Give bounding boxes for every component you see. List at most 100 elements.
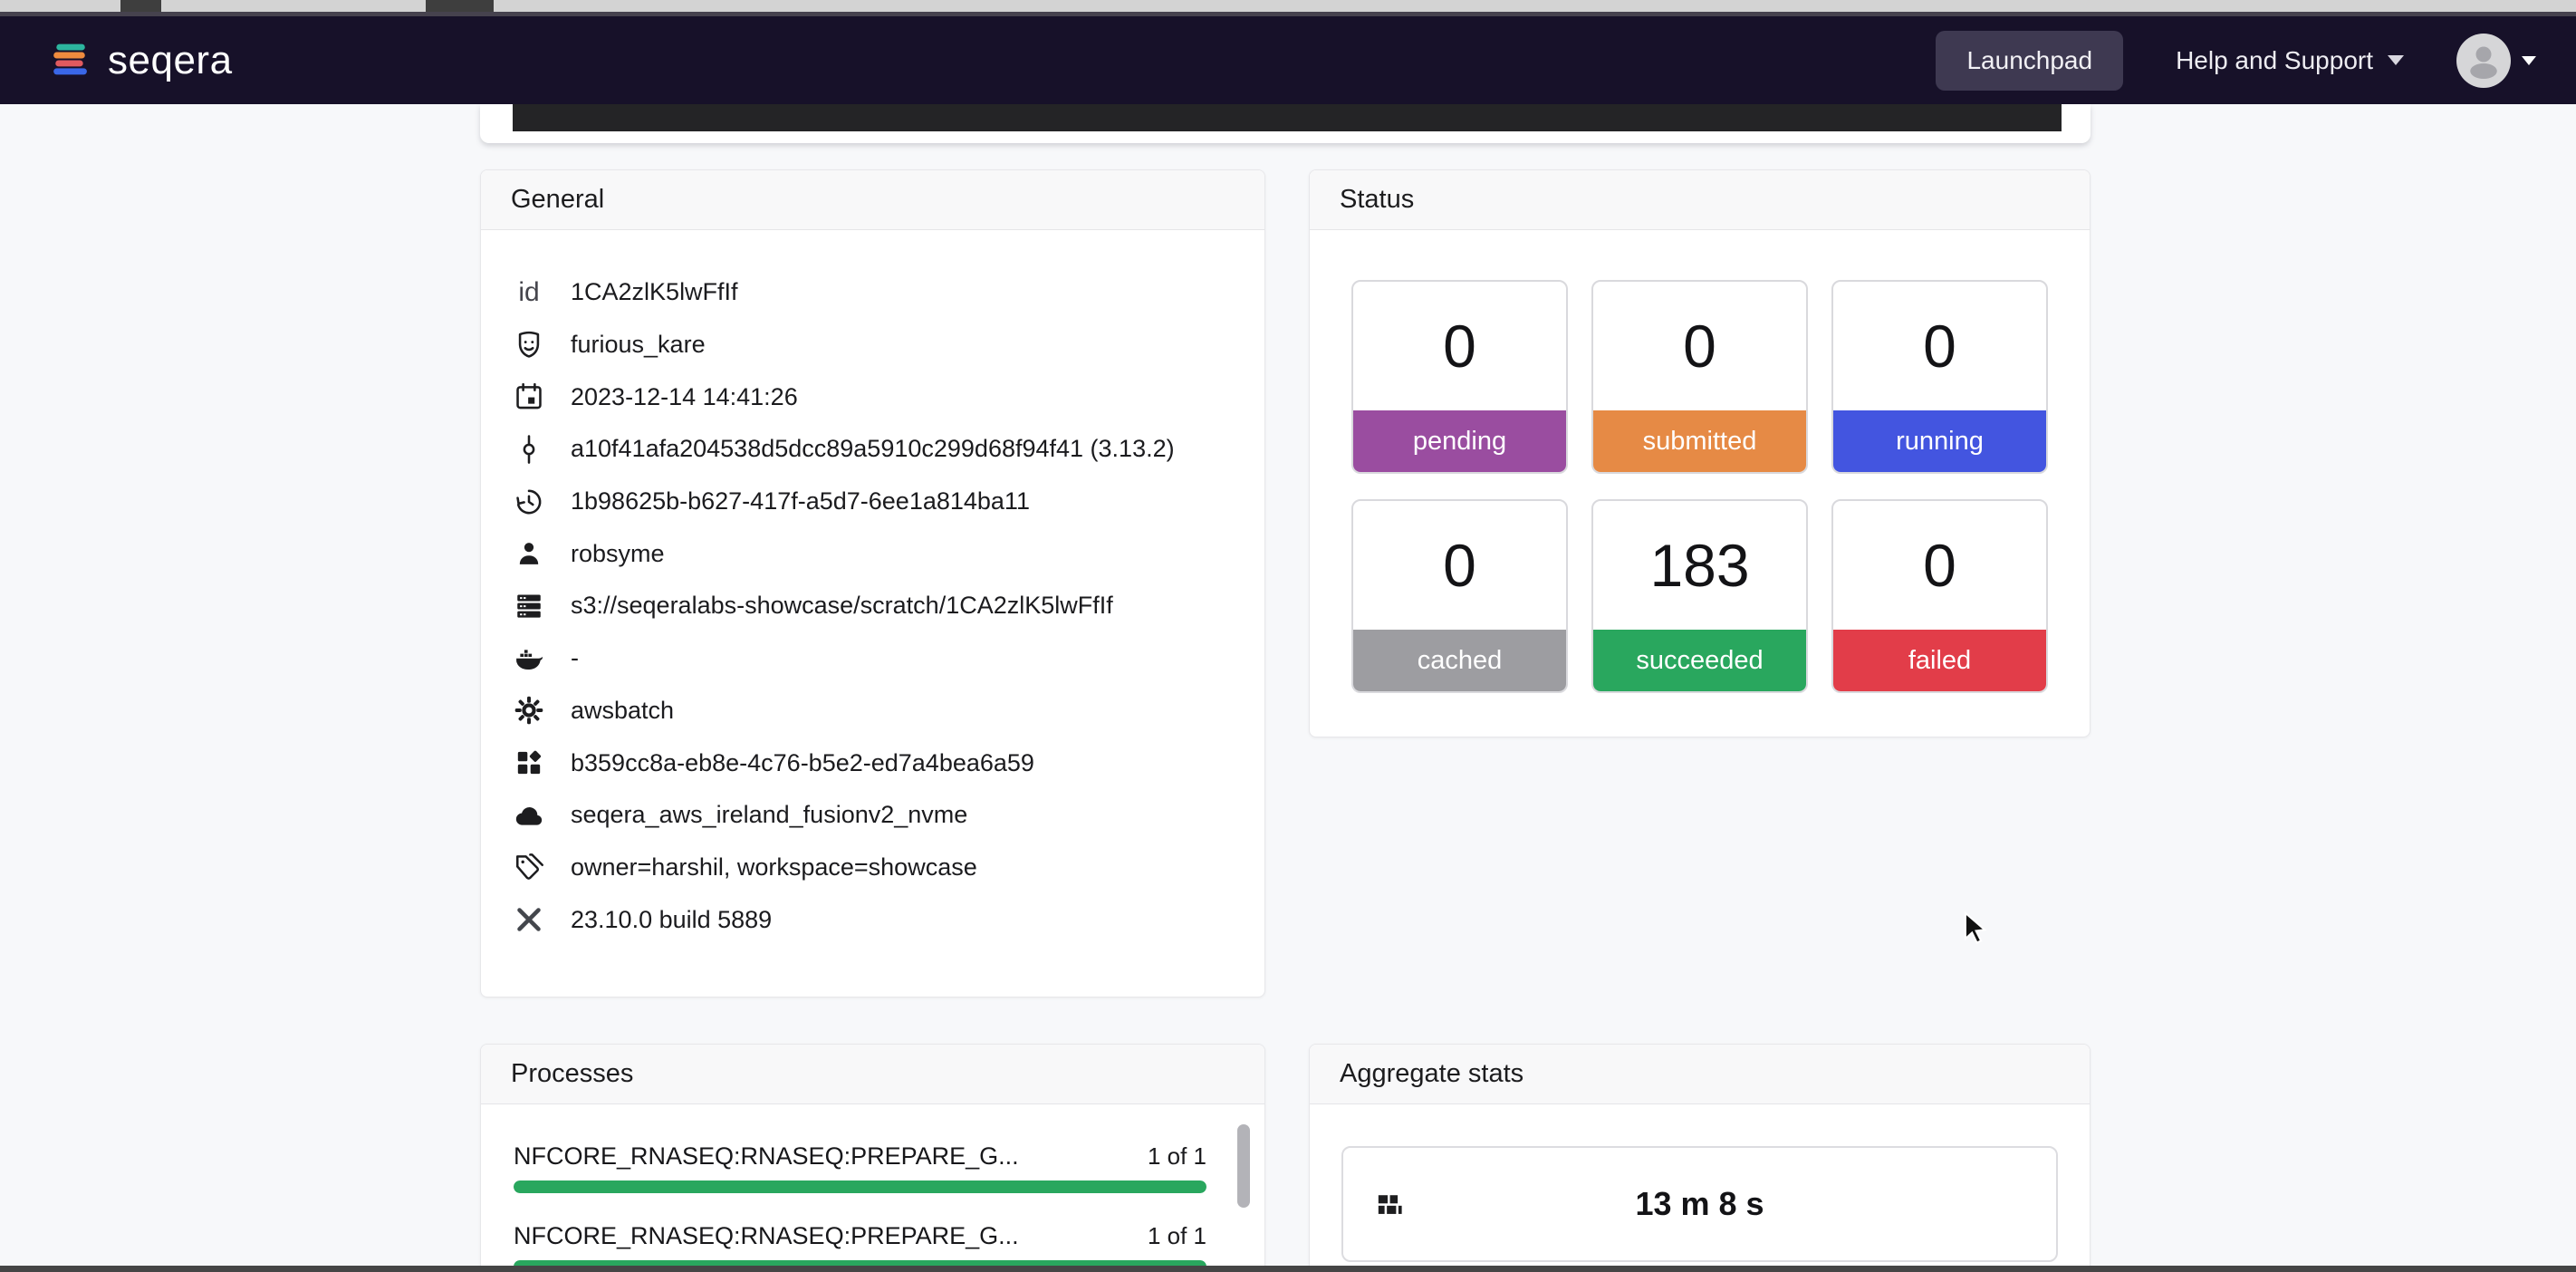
help-and-support-menu[interactable]: Help and Support bbox=[2176, 46, 2404, 75]
general-row: furious_kare bbox=[511, 319, 1264, 371]
general-value: s3://seqeralabs-showcase/scratch/1CA2zlK… bbox=[571, 592, 1113, 620]
process-name: NFCORE_RNASEQ:RNASEQ:PREPARE_G... bbox=[514, 1142, 1019, 1171]
brand-text: seqera bbox=[108, 38, 233, 83]
docker-icon bbox=[511, 643, 547, 674]
process-item[interactable]: NFCORE_RNASEQ:RNASEQ:PREPARE_G... 1 of 1 bbox=[514, 1217, 1206, 1272]
commit-icon bbox=[511, 434, 547, 465]
aggregate-stats-body: 13 m 8 s bbox=[1310, 1104, 2090, 1272]
status-label: submitted bbox=[1593, 410, 1806, 472]
general-rows: id 1CA2zlK5lwFfIf furious_kare 2023-12-14 1… bbox=[481, 230, 1264, 946]
general-row: owner=harshil, workspace=showcase bbox=[511, 842, 1264, 894]
general-row: a10f41afa204538d5dcc89a5910c299d68f94f41… bbox=[511, 423, 1264, 476]
general-value: furious_kare bbox=[571, 331, 706, 359]
general-value: - bbox=[571, 644, 579, 672]
general-row: id 1CA2zlK5lwFfIf bbox=[511, 266, 1264, 319]
status-count: 183 bbox=[1593, 501, 1806, 630]
general-value: seqera_aws_ireland_fusionv2_nvme bbox=[571, 801, 967, 829]
general-value: 1CA2zlK5lwFfIf bbox=[571, 278, 738, 306]
status-label: running bbox=[1833, 410, 2046, 472]
mouse-cursor bbox=[1958, 911, 1993, 949]
walltime-stat: 13 m 8 s bbox=[1341, 1146, 2058, 1262]
general-row: b359cc8a-eb8e-4c76-b5e2-ed7a4bea6a59 bbox=[511, 737, 1264, 789]
seqera-logo-icon bbox=[50, 42, 90, 80]
masks-icon bbox=[511, 330, 547, 361]
user-icon bbox=[511, 538, 547, 569]
walltime-value: 13 m 8 s bbox=[1635, 1185, 1764, 1223]
scrollbar-thumb[interactable] bbox=[1237, 1124, 1250, 1208]
general-card-header: General bbox=[481, 170, 1264, 230]
process-task-count: 1 of 1 bbox=[1148, 1222, 1206, 1250]
browser-tab-edge bbox=[426, 0, 494, 12]
process-progress-fill bbox=[514, 1180, 1206, 1193]
processes-title: Processes bbox=[511, 1059, 633, 1089]
status-card-header: Status bbox=[1310, 170, 2090, 230]
aggregate-stats-card: Aggregate stats 13 m 8 s bbox=[1309, 1044, 2091, 1272]
status-tile-submitted[interactable]: 0submitted bbox=[1591, 280, 1808, 474]
status-tile-cached[interactable]: 0cached bbox=[1351, 499, 1568, 693]
help-and-support-label: Help and Support bbox=[2176, 46, 2373, 75]
general-row: seqera_aws_ireland_fusionv2_nvme bbox=[511, 789, 1264, 842]
status-tile-succeeded[interactable]: 183succeeded bbox=[1591, 499, 1808, 693]
general-row: 2023-12-14 14:41:26 bbox=[511, 371, 1264, 423]
status-label: cached bbox=[1353, 630, 1566, 691]
history-icon bbox=[511, 487, 547, 517]
general-value: 1b98625b-b627-417f-a5d7-6ee1a814ba11 bbox=[571, 487, 1030, 516]
status-count: 0 bbox=[1833, 282, 2046, 410]
calendar-icon bbox=[511, 381, 547, 412]
process-task-count: 1 of 1 bbox=[1148, 1142, 1206, 1171]
top-navbar: seqera Launchpad Help and Support bbox=[0, 16, 2576, 104]
screen-bottom-edge bbox=[0, 1266, 2576, 1272]
processes-card: Processes NFCORE_RNASEQ:RNASEQ:PREPARE_G… bbox=[480, 1044, 1265, 1272]
status-count: 0 bbox=[1593, 282, 1806, 410]
browser-chrome-strip bbox=[0, 0, 2576, 16]
process-name: NFCORE_RNASEQ:RNASEQ:PREPARE_G... bbox=[514, 1222, 1019, 1250]
process-item-header: NFCORE_RNASEQ:RNASEQ:PREPARE_G... 1 of 1 bbox=[514, 1137, 1206, 1175]
gear-icon bbox=[511, 695, 547, 726]
avatar bbox=[2456, 34, 2511, 88]
server-icon bbox=[511, 591, 547, 622]
status-count: 0 bbox=[1833, 501, 2046, 630]
status-tile-failed[interactable]: 0failed bbox=[1831, 499, 2048, 693]
status-tiles: 0pending0submitted0running0cached183succ… bbox=[1310, 230, 2090, 693]
status-label: failed bbox=[1833, 630, 2046, 691]
process-item[interactable]: NFCORE_RNASEQ:RNASEQ:PREPARE_G... 1 of 1 bbox=[514, 1137, 1206, 1193]
chevron-down-icon bbox=[2522, 56, 2536, 65]
process-progress-bar bbox=[514, 1180, 1206, 1193]
general-value: 23.10.0 build 5889 bbox=[571, 906, 772, 934]
bricks-icon bbox=[1374, 1190, 1405, 1220]
general-card: General id 1CA2zlK5lwFfIf furious_kare 2023… bbox=[480, 169, 1265, 997]
nextflow-icon bbox=[511, 904, 547, 935]
cloud-icon bbox=[511, 800, 547, 831]
status-count: 0 bbox=[1353, 282, 1566, 410]
general-row: awsbatch bbox=[511, 685, 1264, 737]
status-title: Status bbox=[1340, 185, 1414, 215]
seqera-logo[interactable]: seqera bbox=[50, 38, 233, 83]
user-menu[interactable] bbox=[2456, 34, 2536, 88]
general-value: 2023-12-14 14:41:26 bbox=[571, 383, 798, 411]
status-tile-running[interactable]: 0running bbox=[1831, 280, 2048, 474]
general-value: b359cc8a-eb8e-4c76-b5e2-ed7a4bea6a59 bbox=[571, 749, 1034, 777]
status-tile-pending[interactable]: 0pending bbox=[1351, 280, 1568, 474]
screen: seqera Launchpad Help and Support bbox=[0, 0, 2576, 1272]
processes-card-header: Processes bbox=[481, 1045, 1264, 1104]
general-value: awsbatch bbox=[571, 697, 674, 725]
general-value: a10f41afa204538d5dcc89a5910c299d68f94f41… bbox=[571, 435, 1175, 463]
id-label: id bbox=[511, 277, 547, 308]
browser-tab-edge bbox=[120, 0, 161, 12]
status-label: pending bbox=[1353, 410, 1566, 472]
aggregate-stats-title: Aggregate stats bbox=[1340, 1059, 1523, 1089]
aggregate-stats-card-header: Aggregate stats bbox=[1310, 1045, 2090, 1104]
command-card-partial bbox=[480, 104, 2091, 143]
navbar-right: Launchpad Help and Support bbox=[1936, 31, 2536, 91]
general-row: robsyme bbox=[511, 527, 1264, 580]
general-row: 1b98625b-b627-417f-a5d7-6ee1a814ba11 bbox=[511, 476, 1264, 528]
launchpad-button[interactable]: Launchpad bbox=[1936, 31, 2123, 91]
process-item-header: NFCORE_RNASEQ:RNASEQ:PREPARE_G... 1 of 1 bbox=[514, 1217, 1206, 1255]
general-row: - bbox=[511, 632, 1264, 685]
nextflow-command-box bbox=[513, 104, 2062, 131]
status-count: 0 bbox=[1353, 501, 1566, 630]
general-row: 23.10.0 build 5889 bbox=[511, 893, 1264, 946]
general-row: s3://seqeralabs-showcase/scratch/1CA2zlK… bbox=[511, 580, 1264, 632]
chevron-down-icon bbox=[2388, 55, 2404, 65]
status-label: succeeded bbox=[1593, 630, 1806, 691]
